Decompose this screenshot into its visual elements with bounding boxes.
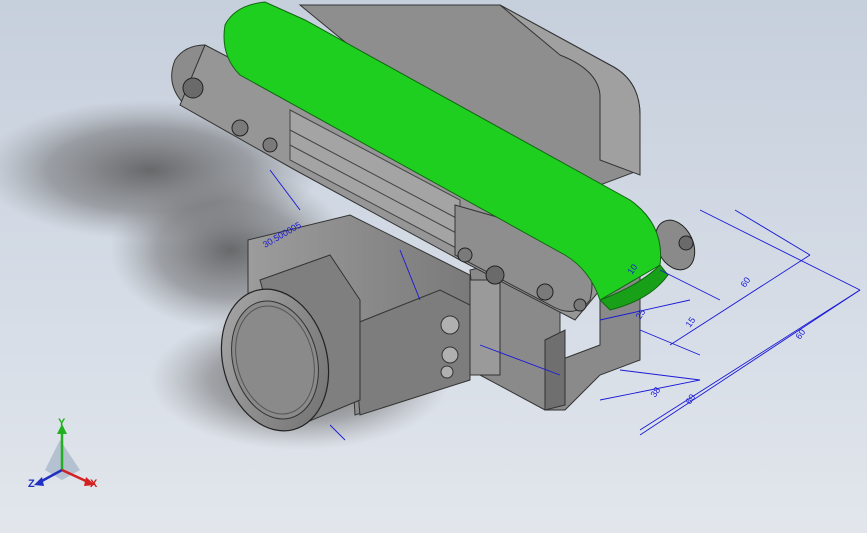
- triad-x-label: X: [90, 478, 98, 490]
- dim-15: 15: [683, 315, 697, 329]
- cad-scene[interactable]: 60 60 60 38 15 25 30.500005 10 Y X Z: [0, 0, 867, 533]
- orientation-triad[interactable]: Y X Z: [28, 417, 98, 490]
- triad-y-label: Y: [58, 417, 66, 429]
- triad-z-label: Z: [28, 478, 35, 490]
- graphics-viewport[interactable]: 60 60 60 38 15 25 30.500005 10 Y X Z: [0, 0, 867, 533]
- dim-38: 38: [648, 385, 662, 399]
- dim-60-right: 60: [793, 327, 807, 341]
- dim-60-top: 60: [738, 275, 752, 289]
